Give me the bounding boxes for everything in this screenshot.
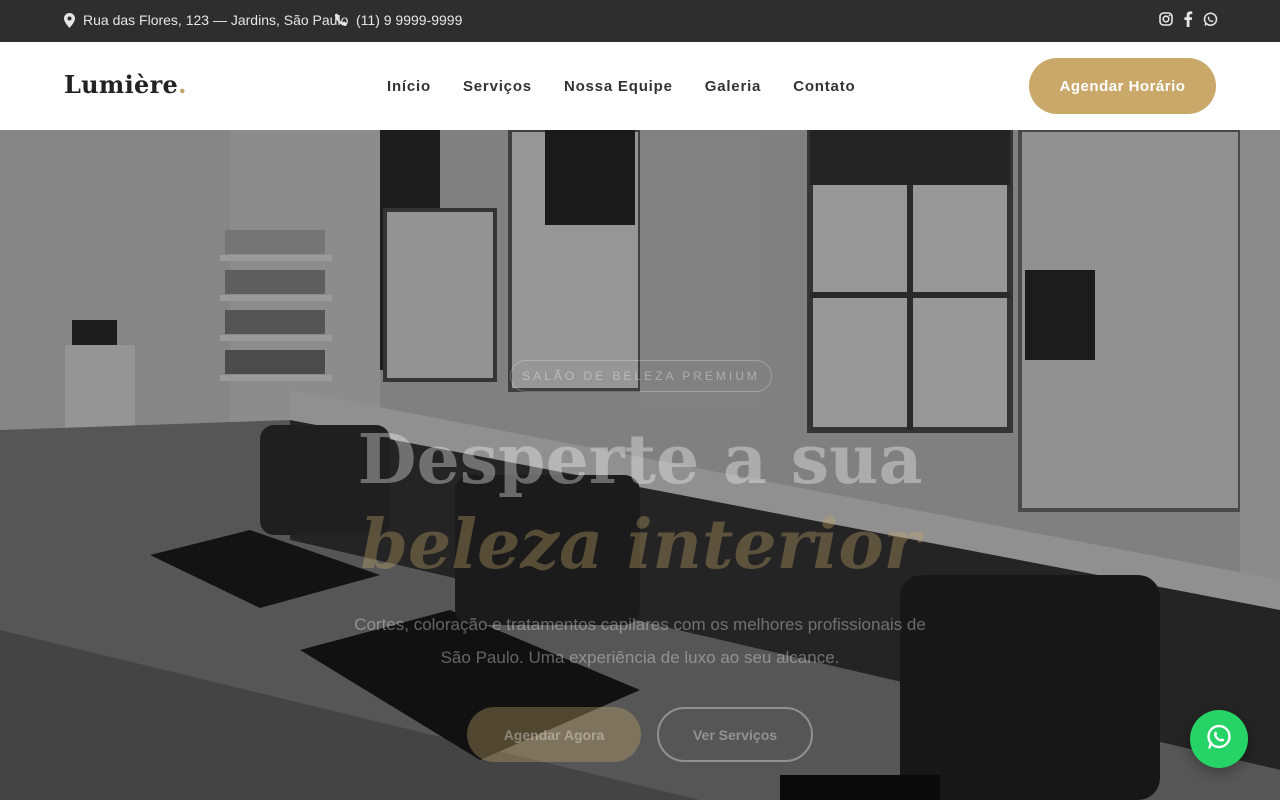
nav-item-inicio[interactable]: Início [387, 78, 431, 95]
logo-dot: . [178, 70, 187, 99]
nav-item-galeria[interactable]: Galeria [705, 78, 761, 95]
book-now-button[interactable]: Agendar Agora [467, 707, 641, 762]
main-header: Lumière. Início Serviços Nossa Equipe Ga… [0, 42, 1280, 130]
phone-text: (11) 9 9999-9999 [356, 12, 463, 28]
facebook-icon[interactable] [1183, 11, 1193, 27]
address-info: Rua das Flores, 123 — Jardins, São Paulo [64, 12, 348, 28]
social-links [1159, 11, 1218, 27]
hero-title-line2: beleza interior [360, 505, 920, 585]
nav-item-contato[interactable]: Contato [793, 78, 855, 95]
main-nav: Início Serviços Nossa Equipe Galeria Con… [387, 78, 855, 95]
nav-item-nossa-equipe[interactable]: Nossa Equipe [564, 78, 673, 95]
nav-item-servicos[interactable]: Serviços [463, 78, 532, 95]
whatsapp-icon[interactable] [1203, 11, 1218, 27]
whatsapp-floating-button[interactable] [1190, 710, 1248, 768]
logo-text: Lumière [64, 70, 179, 99]
instagram-icon[interactable] [1159, 12, 1173, 26]
map-pin-icon [64, 12, 75, 28]
hero-title-line1: Desperte a sua [357, 420, 923, 500]
book-appointment-button[interactable]: Agendar Horário [1029, 58, 1216, 114]
top-info-bar: Rua das Flores, 123 — Jardins, São Paulo… [0, 0, 1280, 42]
view-services-button[interactable]: Ver Serviços [657, 707, 813, 762]
phone-icon [334, 13, 348, 27]
hero-badge: SALÃO DE BELEZA PREMIUM [510, 360, 772, 392]
hero-section: SALÃO DE BELEZA PREMIUM Desperte a sua b… [0, 130, 1280, 800]
address-text: Rua das Flores, 123 — Jardins, São Paulo [83, 12, 349, 28]
hero-subtitle: Cortes, coloração e tratamentos capilare… [354, 615, 926, 667]
brand-logo[interactable]: Lumière. [64, 70, 187, 99]
phone-info[interactable]: (11) 9 9999-9999 [334, 12, 462, 28]
whatsapp-icon [1205, 723, 1233, 756]
